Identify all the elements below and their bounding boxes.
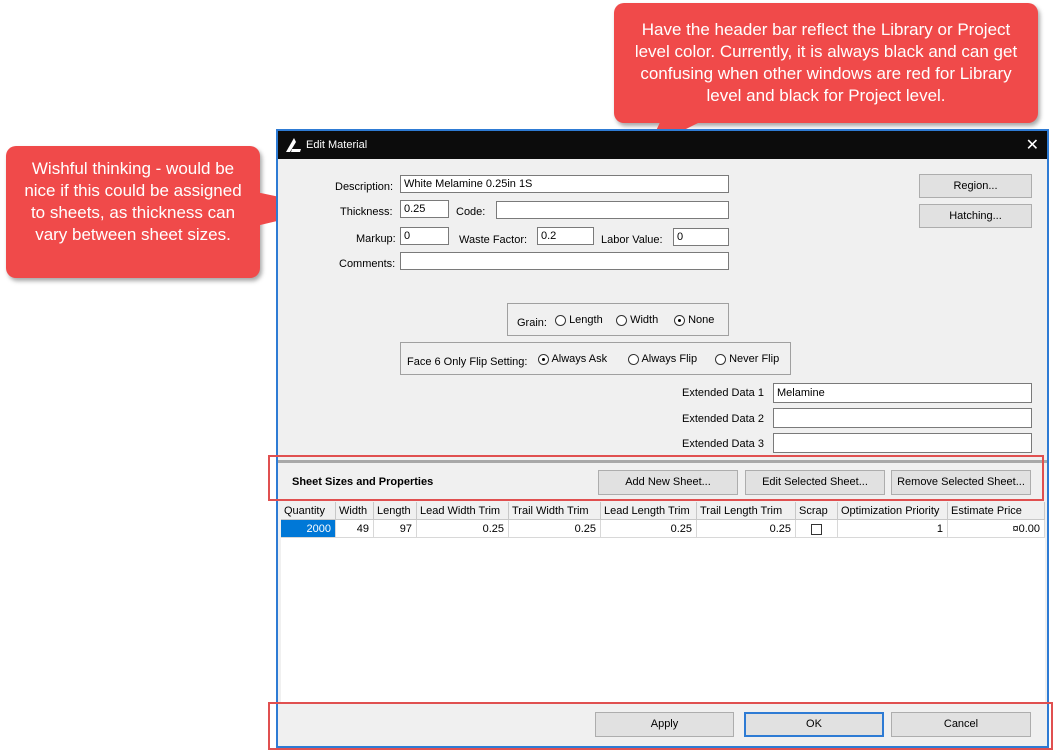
trail-width-trim-cell[interactable]: 0.25 [509, 520, 601, 538]
trail-length-trim-cell[interactable]: 0.25 [697, 520, 796, 538]
column-header[interactable]: Optimization Priority [838, 502, 948, 520]
lead-length-trim-cell[interactable]: 0.25 [601, 520, 697, 538]
radio-always-flip[interactable] [628, 353, 639, 365]
cancel-button[interactable]: Cancel [891, 712, 1031, 737]
column-header[interactable]: Scrap [796, 502, 838, 520]
column-header[interactable]: Quantity [281, 502, 336, 520]
edit-material-dialog: Edit Material ✕ Description: Thickness: … [276, 129, 1049, 748]
comments-input[interactable] [400, 252, 729, 270]
markup-label: Markup: [356, 233, 396, 245]
apply-button[interactable]: Apply [595, 712, 734, 737]
extended-data-3-input[interactable] [773, 433, 1032, 453]
column-header[interactable]: Trail Length Trim [697, 502, 796, 520]
extended-data-1-label: Extended Data 1 [682, 387, 764, 399]
optimization-priority-cell[interactable]: 1 [838, 520, 948, 538]
radio-always-ask[interactable] [538, 353, 549, 365]
code-input[interactable] [496, 201, 729, 219]
column-header[interactable]: Width [336, 502, 374, 520]
radio-never-flip[interactable] [715, 353, 726, 365]
code-label: Code: [456, 206, 486, 218]
column-header[interactable]: Length [374, 502, 417, 520]
sheet-sizes-heading: Sheet Sizes and Properties [292, 476, 434, 488]
callout-text: Wishful thinking - would be nice if this… [24, 159, 242, 244]
flip-option-always-flip[interactable]: Always Flip [628, 353, 697, 365]
scrap-checkbox[interactable] [811, 523, 822, 535]
radio-none[interactable] [674, 314, 685, 326]
grain-option-label: None [688, 314, 715, 326]
extended-data-3-label: Extended Data 3 [682, 438, 764, 450]
labor-value-label: Labor Value: [601, 234, 663, 246]
thickness-input[interactable] [400, 200, 449, 218]
app-logo-icon [286, 138, 301, 152]
flip-option-label: Always Ask [551, 353, 608, 365]
dialog-footer: Apply OK Cancel [278, 703, 1047, 746]
section-divider [278, 460, 1047, 463]
flip-option-never-flip[interactable]: Never Flip [715, 353, 779, 365]
waste-factor-input[interactable] [537, 227, 594, 245]
callout-header-color: Have the header bar reflect the Library … [614, 3, 1038, 123]
flip-option-always-ask[interactable]: Always Ask [538, 353, 607, 365]
extended-data-2-input[interactable] [773, 408, 1032, 428]
radio-width[interactable] [616, 314, 627, 326]
column-header[interactable]: Trail Width Trim [509, 502, 601, 520]
column-header[interactable]: Lead Length Trim [601, 502, 697, 520]
waste-factor-label: Waste Factor: [459, 234, 528, 246]
grain-group: Grain: Length Width None [507, 303, 729, 336]
length-cell[interactable]: 97 [374, 520, 417, 538]
table-header: Quantity Width Length Lead Width Trim Tr… [281, 502, 1045, 520]
grain-label: Grain: [517, 317, 547, 329]
callout-thickness: Wishful thinking - would be nice if this… [6, 146, 260, 278]
grain-option-width[interactable]: Width [616, 314, 658, 326]
thickness-label: Thickness: [340, 206, 393, 218]
estimate-price-cell[interactable]: ¤0.00 [948, 520, 1045, 538]
description-input[interactable] [400, 175, 729, 193]
column-header[interactable]: Estimate Price [948, 502, 1045, 520]
labor-value-input[interactable] [673, 228, 729, 246]
column-header[interactable]: Lead Width Trim [417, 502, 509, 520]
title-bar: Edit Material ✕ [278, 131, 1047, 159]
add-new-sheet-button[interactable]: Add New Sheet... [598, 470, 738, 495]
flip-setting-group: Face 6 Only Flip Setting: Always Ask Alw… [400, 342, 791, 375]
comments-label: Comments: [339, 258, 396, 270]
radio-length[interactable] [555, 314, 566, 326]
window-title: Edit Material [306, 139, 368, 151]
grain-option-none[interactable]: None [674, 314, 714, 326]
grain-option-label: Width [630, 314, 659, 326]
description-label: Description: [335, 181, 394, 193]
lead-width-trim-cell[interactable]: 0.25 [417, 520, 509, 538]
extended-data-2-label: Extended Data 2 [682, 413, 764, 425]
flip-option-label: Always Flip [641, 353, 698, 365]
ok-button[interactable]: OK [744, 712, 884, 737]
width-cell[interactable]: 49 [336, 520, 374, 538]
flip-setting-label: Face 6 Only Flip Setting: [407, 356, 528, 368]
sheet-sizes-table[interactable]: Quantity Width Length Lead Width Trim Tr… [281, 502, 1045, 702]
hatching-button[interactable]: Hatching... [919, 204, 1032, 228]
grain-option-label: Length [569, 314, 603, 326]
remove-selected-sheet-button[interactable]: Remove Selected Sheet... [891, 470, 1031, 495]
callout-text: Have the header bar reflect the Library … [634, 20, 1018, 105]
edit-selected-sheet-button[interactable]: Edit Selected Sheet... [745, 470, 885, 495]
close-icon[interactable]: ✕ [1026, 135, 1039, 155]
grain-option-length[interactable]: Length [555, 314, 603, 326]
markup-input[interactable] [400, 227, 449, 245]
scrap-cell[interactable] [796, 520, 838, 538]
quantity-cell[interactable]: 2000 [281, 520, 336, 538]
extended-data-1-input[interactable] [773, 383, 1032, 403]
flip-option-label: Never Flip [729, 353, 780, 365]
region-button[interactable]: Region... [919, 174, 1032, 198]
